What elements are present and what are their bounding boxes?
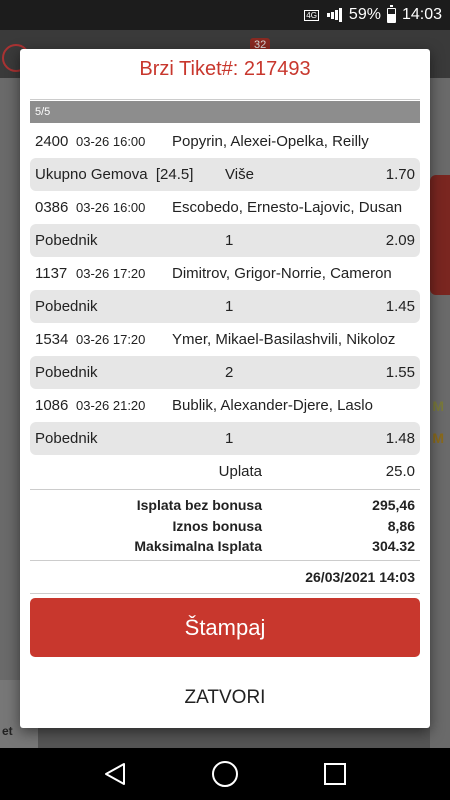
- bet-row: Pobednik 1 2.09: [30, 224, 420, 257]
- clock: 14:03: [401, 6, 442, 23]
- match-teams: Escobedo, Ernesto-Lajovic, Dusan: [172, 199, 403, 216]
- recents-square-icon: [324, 763, 346, 785]
- signal-icon: [326, 8, 343, 22]
- bet-type: Ukupno Gemova [24.5]: [35, 166, 194, 183]
- dialog-title: Brzi Tiket#: 217493: [139, 58, 311, 80]
- network-type-icon: 4G: [304, 9, 319, 21]
- navigation-bar: [0, 748, 450, 800]
- close-button[interactable]: ZATVORI: [30, 674, 420, 722]
- match-time: 03-26 16:00: [76, 134, 146, 149]
- bet-type: Pobednik: [35, 364, 98, 381]
- match-row: 0386 03-26 16:00 Escobedo, Ernesto-Lajov…: [30, 191, 420, 224]
- recents-button[interactable]: [310, 754, 360, 794]
- background-red-card: [430, 175, 450, 295]
- battery-percent: 59%: [348, 6, 381, 23]
- summary-value: 295,46: [372, 497, 415, 514]
- summary-row: Maksimalna Isplata 304.32: [30, 536, 420, 557]
- match-time: 03-26 16:00: [76, 200, 146, 215]
- bet-odd: 2.09: [385, 232, 415, 249]
- match-code: 1137: [35, 265, 68, 282]
- summary-label: Iznos bonusa: [172, 517, 262, 534]
- bet-type: Pobednik: [35, 232, 98, 249]
- bet-type: Pobednik: [35, 430, 98, 447]
- bet-pick: 1: [225, 298, 234, 315]
- match-code: 0386: [35, 199, 69, 216]
- bet-type: Pobednik: [35, 298, 98, 315]
- bet-pick: 2: [225, 364, 234, 381]
- bet-pick: 1: [225, 232, 234, 249]
- background-mark: M: [432, 398, 444, 414]
- match-teams: Dimitrov, Grigor-Norrie, Cameron: [172, 265, 392, 282]
- match-code: 1086: [35, 397, 69, 414]
- match-row: 2400 03-26 16:00 Popyrin, Alexei-Opelka,…: [30, 125, 420, 158]
- status-bar: 4G 59% 14:03: [0, 0, 450, 30]
- bet-row: Pobednik 2 1.55: [30, 356, 420, 389]
- bet-odd: 1.70: [385, 166, 415, 183]
- match-code: 1534: [35, 331, 69, 348]
- bet-odd: 1.45: [385, 298, 415, 315]
- print-button[interactable]: Štampaj: [30, 598, 420, 657]
- match-row: 1137 03-26 17:20 Dimitrov, Grigor-Norrie…: [30, 257, 420, 290]
- match-time: 03-26 21:20: [76, 398, 146, 413]
- match-teams: Popyrin, Alexei-Opelka, Reilly: [172, 133, 369, 150]
- stake-label: Uplata: [218, 462, 262, 480]
- bet-odd: 1.55: [385, 364, 415, 381]
- stake-value: 25.0: [385, 462, 415, 480]
- background-mark: M: [432, 430, 444, 446]
- back-button[interactable]: [90, 754, 140, 794]
- match-row: 1086 03-26 21:20 Bublik, Alexander-Djere…: [30, 389, 420, 422]
- home-button[interactable]: [200, 754, 250, 794]
- match-row: 1534 03-26 17:20 Ymer, Mikael-Basilashvi…: [30, 323, 420, 356]
- summary-value: 8,86: [387, 517, 415, 534]
- bet-list: 2400 03-26 16:00 Popyrin, Alexei-Opelka,…: [30, 125, 420, 455]
- divider: [30, 99, 420, 100]
- back-triangle-icon: [105, 763, 125, 785]
- payout-summary: Isplata bez bonusa 295,46 Iznos bonusa 8…: [30, 495, 420, 557]
- divider: [30, 489, 420, 490]
- bet-row: Ukupno Gemova [24.5] Više 1.70: [30, 158, 420, 191]
- bet-pick: Više: [225, 166, 254, 183]
- bet-row: Pobednik 1 1.45: [30, 290, 420, 323]
- summary-label: Maksimalna Isplata: [134, 538, 262, 555]
- background-left-panel: [0, 78, 20, 758]
- match-teams: Bublik, Alexander-Djere, Laslo: [172, 397, 373, 414]
- summary-label: Isplata bez bonusa: [136, 497, 262, 514]
- ticket-dialog: Brzi Tiket#: 217493 5/5 2400 03-26 16:00…: [20, 49, 430, 728]
- divider: [30, 593, 420, 594]
- stake-row: Uplata 25.0: [30, 456, 420, 486]
- summary-row: Isplata bez bonusa 295,46: [30, 495, 420, 516]
- match-teams: Ymer, Mikael-Basilashvili, Nikoloz: [172, 331, 396, 348]
- bet-odd: 1.48: [385, 430, 415, 447]
- summary-row: Iznos bonusa 8,86: [30, 516, 420, 537]
- match-time: 03-26 17:20: [76, 266, 146, 281]
- ticket-datetime: 26/03/2021 14:03: [305, 569, 415, 585]
- bet-row: Pobednik 1 1.48: [30, 422, 420, 455]
- summary-value: 304.32: [372, 538, 415, 555]
- home-circle-icon: [212, 761, 238, 787]
- battery-icon: [386, 4, 396, 23]
- divider: [30, 560, 420, 561]
- bet-pick: 1: [225, 430, 234, 447]
- match-code: 2400: [35, 133, 69, 150]
- match-time: 03-26 17:20: [76, 332, 146, 347]
- page-indicator: 5/5: [30, 101, 420, 123]
